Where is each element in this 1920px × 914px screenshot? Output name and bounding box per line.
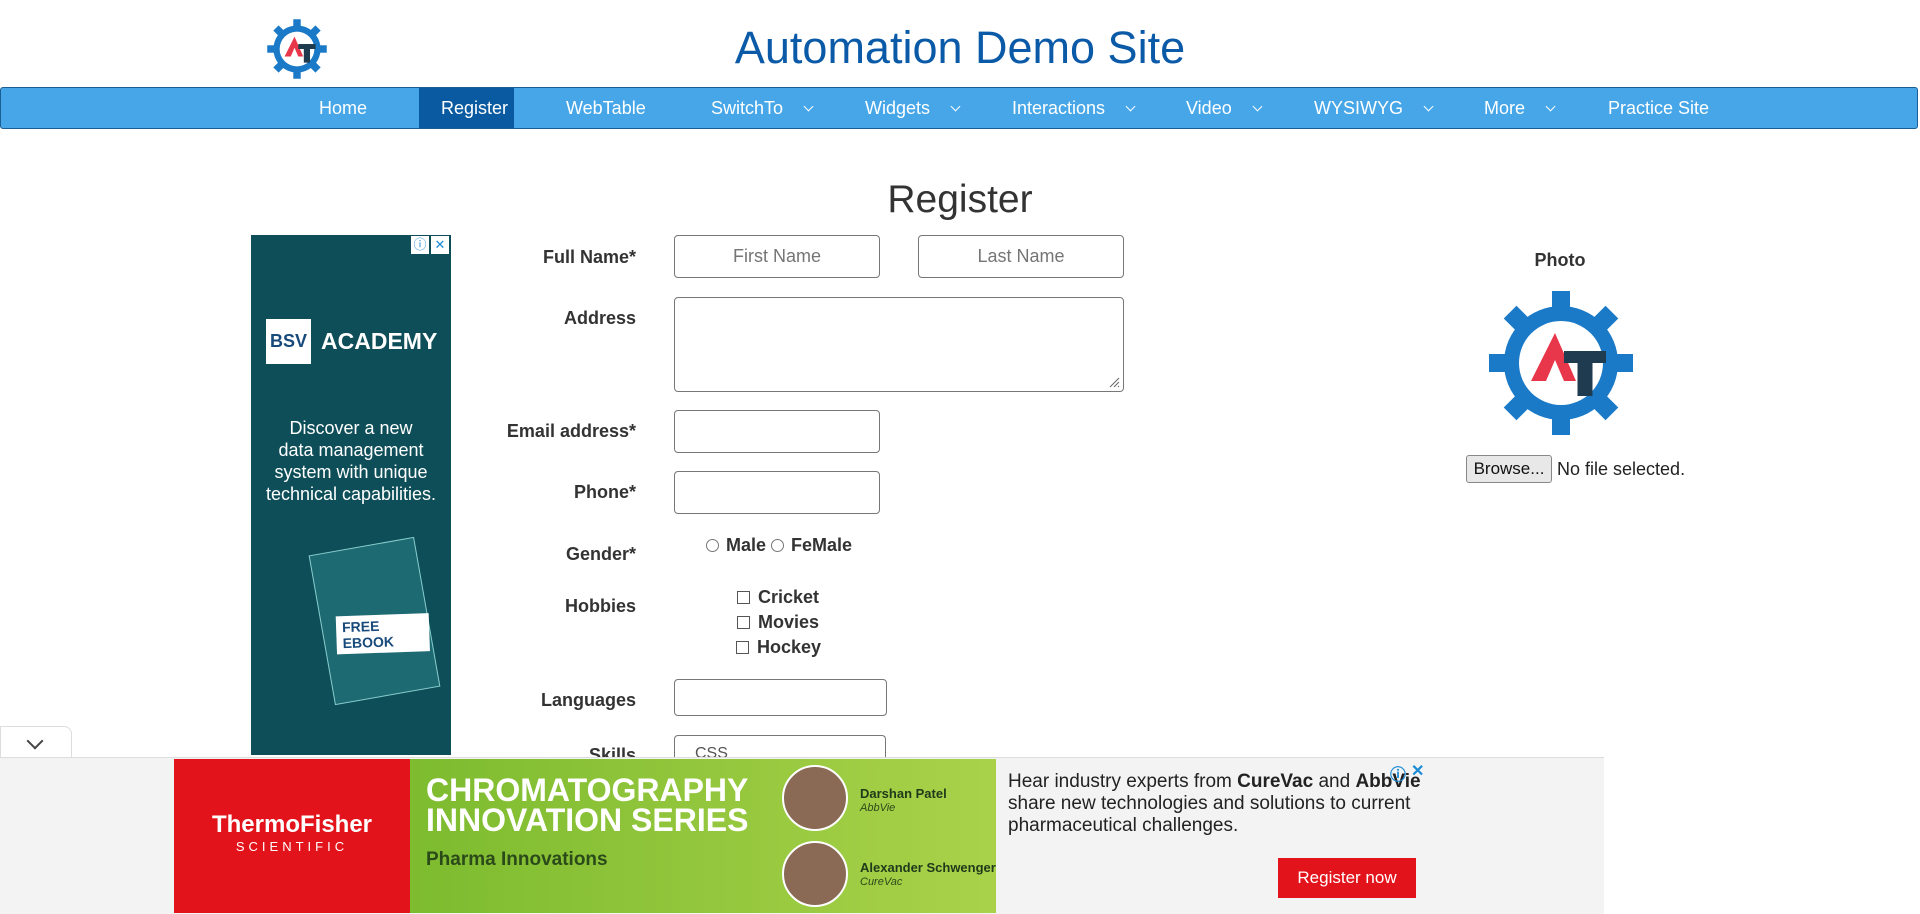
languages-label: Languages <box>540 690 636 710</box>
skills-selected-value: CSS <box>695 745 728 757</box>
main-navbar: Home Register WebTable SwitchTo Widgets … <box>0 87 1918 129</box>
hobby-cricket-label: Cricket <box>758 587 820 607</box>
phone-label: Phone* <box>573 482 636 502</box>
speaker-1-name: Darshan Patel <box>860 786 947 801</box>
ad-line-3: system with unique <box>274 462 428 482</box>
ad-line-2: data management <box>278 440 424 460</box>
ad-info-icon[interactable]: ⓘ <box>411 236 429 254</box>
ad-description: Discover a new data management system wi… <box>251 417 451 505</box>
nav-webtable[interactable]: WebTable <box>544 88 668 128</box>
ad-tagline: Pharma Innovations <box>426 849 608 870</box>
bsv-academy-text: ACADEMY <box>321 328 438 354</box>
ad-green-panel: CHROMATOGRAPHY INNOVATION SERIES Pharma … <box>410 759 996 913</box>
email-label: Email address* <box>506 421 636 441</box>
speaker-1-org: AbbVie <box>860 802 896 814</box>
thermofisher-logo: ThermoFisher <box>211 811 373 838</box>
ad-headline-2: INNOVATION SERIES <box>426 802 749 838</box>
nav-widgets[interactable]: Widgets <box>843 88 981 128</box>
browse-button[interactable]: Browse... <box>1466 455 1552 483</box>
nav-home[interactable]: Home <box>297 88 389 128</box>
skills-select[interactable]: CSS <box>674 735 886 757</box>
hobbies-label: Hobbies <box>564 596 636 616</box>
speaker-2-org: CureVac <box>860 876 903 888</box>
nav-video-label: Video <box>1186 98 1232 118</box>
address-textarea[interactable] <box>674 297 1124 392</box>
file-status-text: No file selected. <box>1557 459 1686 479</box>
ad-headline-1: CHROMATOGRAPHY <box>426 772 749 808</box>
chevron-down-icon <box>950 101 961 112</box>
resize-handle-icon[interactable] <box>1108 376 1120 388</box>
address-label: Address <box>563 308 636 328</box>
speaker-1-photo <box>782 765 848 831</box>
phone-input[interactable] <box>674 471 880 514</box>
nav-widgets-label: Widgets <box>865 98 931 118</box>
nav-wysiwyg[interactable]: WYSIWYG <box>1292 88 1454 128</box>
site-title: Automation Demo Site <box>734 22 1186 73</box>
speaker-2-name: Alexander Schwenger <box>860 860 996 875</box>
gender-label: Gender* <box>565 544 636 564</box>
ad-line-4: technical capabilities. <box>265 484 437 504</box>
gender-male-label: Male <box>726 535 767 555</box>
hobby-movies-checkbox[interactable] <box>737 616 750 629</box>
ad-headline: CHROMATOGRAPHY INNOVATION SERIES <box>426 772 749 838</box>
nav-more[interactable]: More <box>1462 88 1576 128</box>
hobby-hockey-checkbox[interactable] <box>736 641 749 654</box>
photo-preview-logo <box>1489 291 1633 435</box>
speaker-2-photo <box>782 841 848 907</box>
gender-female-label: FeMale <box>791 535 853 555</box>
ebook-image: FREE EBOOK <box>308 536 441 706</box>
hobby-hockey-label: Hockey <box>757 637 822 657</box>
ad-collapse-toggle[interactable] <box>0 726 72 758</box>
ad-body-text: Hear industry experts from CureVac and A… <box>1008 771 1428 837</box>
page-title: Register <box>887 178 1033 221</box>
bottom-ad-banner[interactable]: ThermoFisher SCIENTIFIC CHROMATOGRAPHY I… <box>174 759 1428 913</box>
nav-interactions[interactable]: Interactions <box>990 88 1156 128</box>
ad-info-icon[interactable]: ⓘ <box>1390 761 1406 785</box>
nav-video[interactable]: Video <box>1164 88 1283 128</box>
email-input[interactable] <box>674 410 880 453</box>
nav-switchto[interactable]: SwitchTo <box>689 88 834 128</box>
gender-male-radio[interactable] <box>706 539 719 552</box>
ad-body-pre: Hear industry experts from <box>1008 771 1238 792</box>
last-name-input[interactable] <box>918 235 1124 278</box>
nav-wysiwyg-label: WYSIWYG <box>1314 98 1403 118</box>
chevron-down-icon <box>1545 101 1556 112</box>
full-name-label: Full Name* <box>542 247 636 267</box>
left-ad[interactable]: ⓘ ✕ BSV ACADEMY Discover a new data mana… <box>251 235 451 755</box>
ad-body-mid: and <box>1313 771 1356 792</box>
nav-practice-site[interactable]: Practice Site <box>1586 88 1731 128</box>
ad-body-bold-1: CureVac <box>1237 771 1314 792</box>
first-name-input[interactable] <box>674 235 880 278</box>
bsv-logo: BSV <box>266 319 311 364</box>
chevron-down-icon <box>803 101 814 112</box>
languages-multiselect[interactable] <box>674 679 887 716</box>
chevron-down-icon <box>1423 101 1434 112</box>
nav-register[interactable]: Register <box>419 88 514 128</box>
ebook-label: FREE EBOOK <box>335 613 430 655</box>
thermofisher-sub: SCIENTIFIC <box>235 839 349 854</box>
chevron-down-icon <box>1252 101 1263 112</box>
ad-close-icon[interactable]: ✕ <box>1411 761 1424 781</box>
ad-line-1: Discover a new <box>289 418 413 438</box>
nav-more-label: More <box>1484 98 1526 118</box>
chevron-down-icon <box>26 732 44 750</box>
hobby-movies-label: Movies <box>758 612 820 632</box>
hobby-cricket-checkbox[interactable] <box>737 591 750 604</box>
photo-label: Photo <box>1534 250 1586 270</box>
gender-female-radio[interactable] <box>771 539 784 552</box>
nav-switchto-label: SwitchTo <box>711 98 784 118</box>
chevron-down-icon <box>1125 101 1136 112</box>
ad-body-post: share new technologies and solutions to … <box>1008 793 1411 836</box>
nav-interactions-label: Interactions <box>1012 98 1106 118</box>
thermofisher-logo-panel: ThermoFisher SCIENTIFIC <box>174 759 410 913</box>
register-now-button[interactable]: Register now <box>1278 858 1416 898</box>
